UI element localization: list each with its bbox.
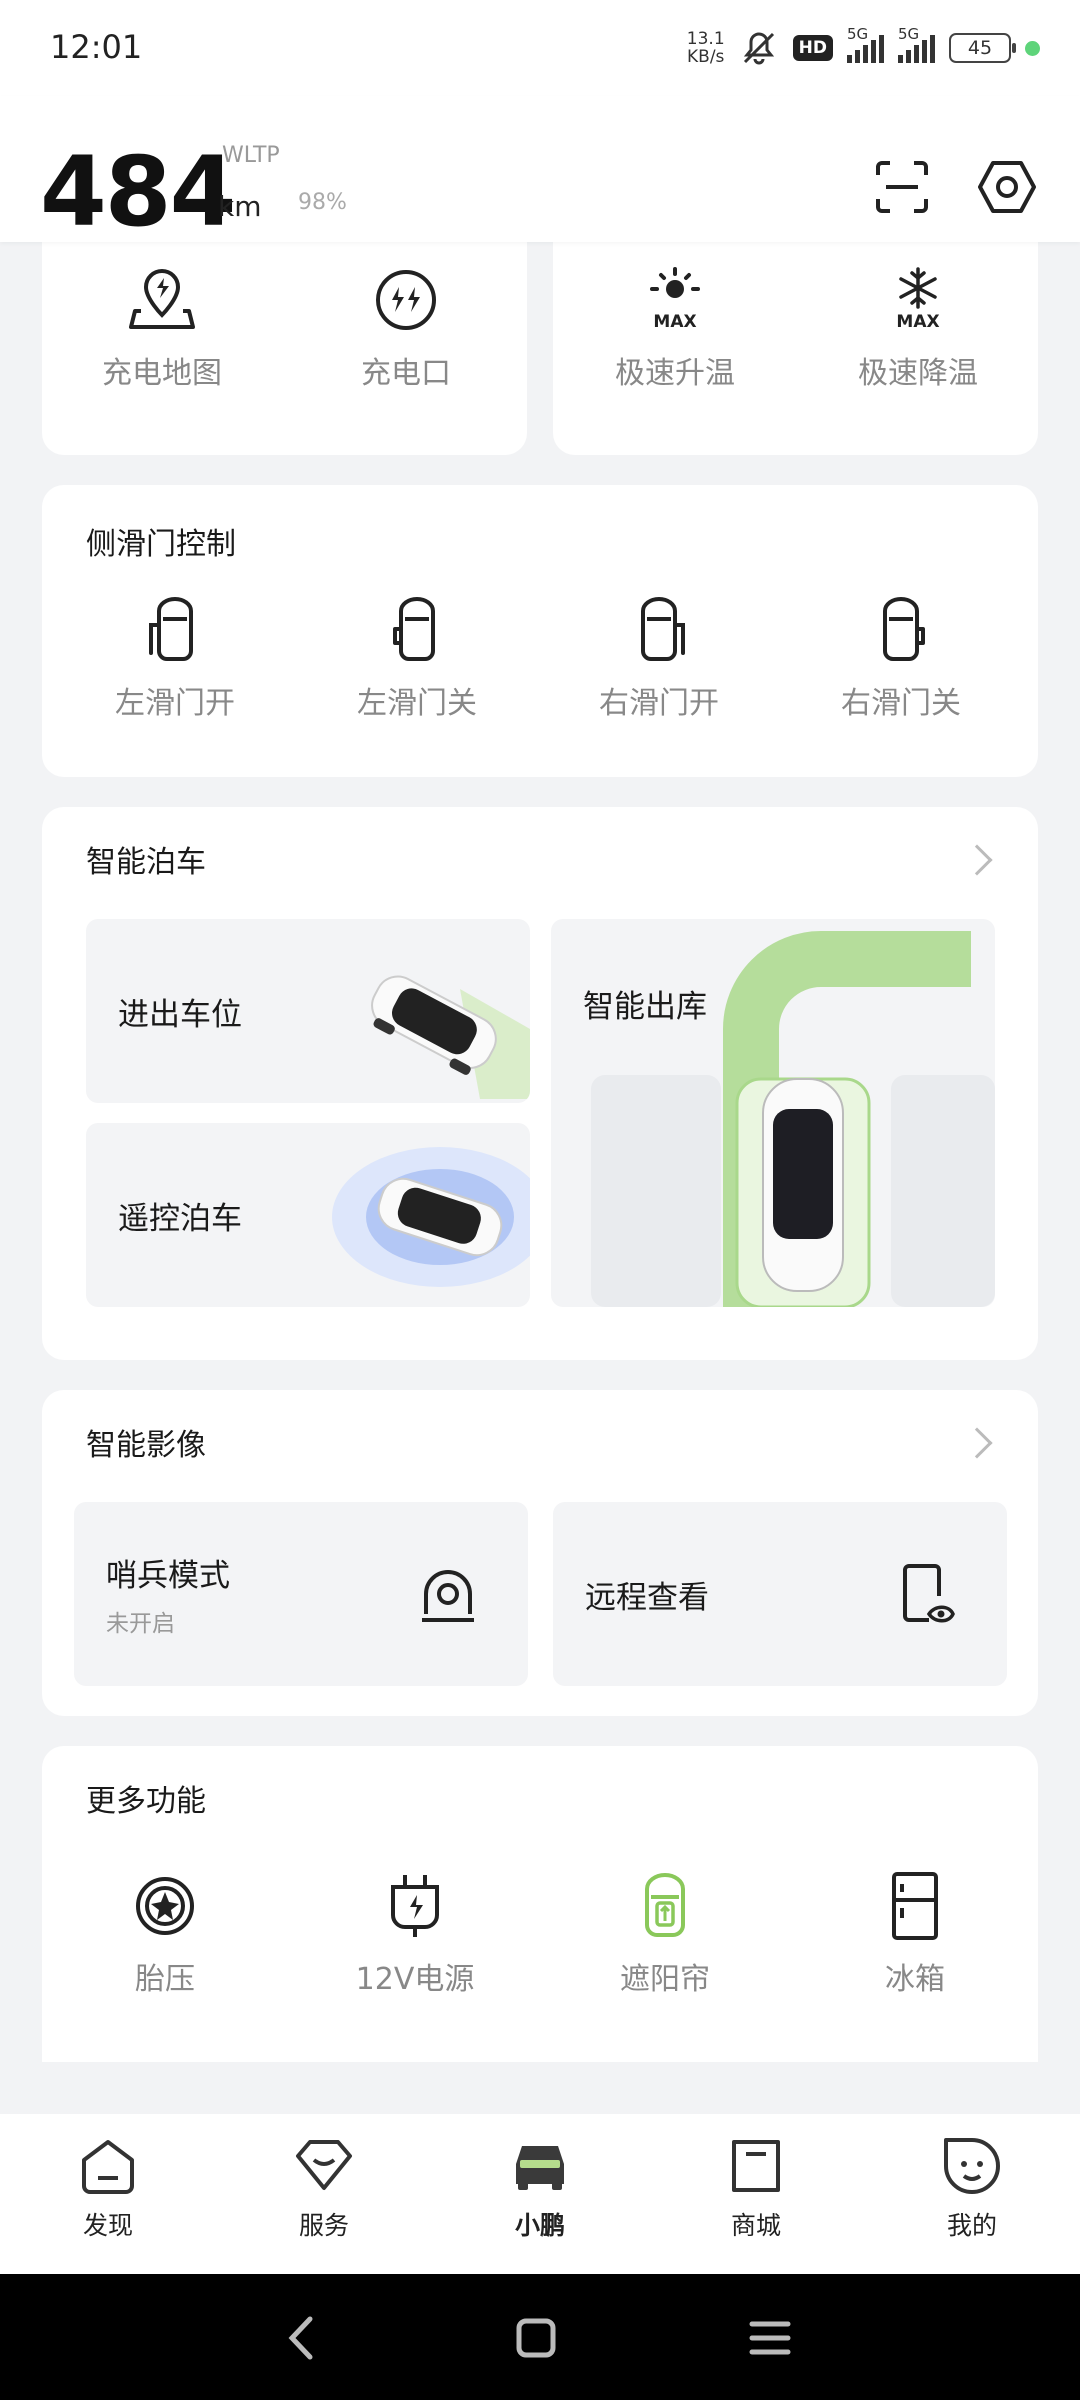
tire-pressure-icon: [136, 1877, 194, 1935]
door-right-close[interactable]: 右滑门关: [791, 590, 1011, 722]
system-navigation-bar: [0, 2274, 1080, 2400]
tab-store[interactable]: 商城: [686, 2134, 826, 2242]
car-parking-illustration: [371, 975, 530, 1099]
right-door-open-icon: [641, 597, 685, 661]
sliding-door-title: 侧滑门控制: [86, 527, 236, 562]
network-speed: 13.1 KB/s: [686, 29, 725, 67]
privacy-indicator: [1025, 40, 1040, 56]
quick-item-charging-port[interactable]: 充电口: [296, 260, 516, 392]
status-bar: 12:01 13.1 KB/s HD 5G 5G 45: [0, 0, 1080, 96]
remote-parking-illustration: [332, 1147, 530, 1287]
remote-view-icon: [903, 1564, 955, 1623]
range-value: 484: [40, 136, 236, 248]
tile-sentry-mode[interactable]: 哨兵模式 未开启: [74, 1502, 528, 1686]
quick-item-charging-map[interactable]: 充电地图: [52, 260, 272, 392]
tab-profile[interactable]: 我的: [902, 2134, 1042, 2242]
feature-12v-power[interactable]: 12V电源: [305, 1866, 525, 1998]
signal-sim2-icon: 5G: [898, 25, 935, 63]
door-left-close[interactable]: 左滑门关: [307, 590, 527, 722]
bottom-tab-bar: 发现 服务 小鹏 商城 我的: [0, 2114, 1080, 2274]
smart-imaging-card: 智能影像 哨兵模式 未开启 远程查看: [42, 1390, 1038, 1716]
tab-service[interactable]: 服务: [254, 2134, 394, 2242]
tab-xpeng[interactable]: 小鹏: [470, 2134, 610, 2242]
hd-voice-badge: HD: [792, 35, 833, 61]
home-icon[interactable]: [506, 2308, 566, 2368]
signal-sim1-icon: 5G: [847, 25, 884, 63]
svg-text:MAX: MAX: [653, 312, 696, 332]
sunshade-icon: [645, 1873, 685, 1937]
more-features-card: 更多功能 胎压 12V电源 遮阳帘 冰箱: [42, 1746, 1038, 2062]
power-plug-icon: [391, 1875, 439, 1937]
range-header: 484 WLTP km 98%: [0, 96, 1080, 248]
status-time: 12:01: [50, 28, 143, 66]
battery-percent: 98%: [298, 190, 347, 215]
svg-text:MAX: MAX: [896, 312, 939, 332]
feature-sunshade[interactable]: 遮阳帘: [555, 1866, 775, 1998]
tile-remote-view[interactable]: 远程查看: [553, 1502, 1007, 1686]
smart-parking-title: 智能泊车: [86, 845, 206, 880]
more-features-title: 更多功能: [86, 1784, 206, 1819]
charging-map-icon: [129, 268, 195, 329]
settings-icon[interactable]: [972, 152, 1042, 222]
smart-parking-card: 智能泊车 进出车位 遥控泊车 智能出库: [42, 807, 1038, 1360]
right-door-close-icon: [883, 597, 925, 661]
max-heat-icon: MAX: [650, 267, 700, 332]
smart-imaging-title: 智能影像: [86, 1428, 206, 1463]
feature-fridge[interactable]: 冰箱: [805, 1866, 1025, 1998]
left-door-close-icon: [393, 597, 435, 661]
menu-icon[interactable]: [740, 2308, 800, 2368]
quick-item-max-heat[interactable]: MAX 极速升温: [565, 260, 785, 392]
smart-imaging-chevron-icon[interactable]: [961, 1427, 993, 1459]
door-right-open[interactable]: 右滑门开: [549, 590, 769, 722]
back-icon[interactable]: [272, 2308, 332, 2368]
tile-remote-parking[interactable]: 遥控泊车: [86, 1123, 530, 1307]
range-standard: WLTP: [222, 143, 280, 168]
tile-smart-exit[interactable]: 智能出库: [551, 919, 995, 1307]
sentry-status: 未开启: [106, 1611, 175, 1637]
fridge-icon: [892, 1872, 938, 1940]
left-door-open-icon: [149, 597, 193, 661]
scan-icon[interactable]: [867, 152, 937, 222]
tile-park-in-out[interactable]: 进出车位: [86, 919, 530, 1103]
battery-icon: 45: [949, 33, 1016, 63]
mute-icon: [743, 32, 774, 65]
door-left-open[interactable]: 左滑门开: [65, 590, 285, 722]
tab-discover[interactable]: 发现: [38, 2134, 178, 2242]
sentry-camera-icon: [422, 1570, 474, 1622]
status-icons: 13.1 KB/s HD 5G 5G 45: [687, 22, 1040, 74]
sliding-door-card: 侧滑门控制 左滑门开 左滑门关 右滑门开 右滑门关: [42, 485, 1038, 777]
smart-parking-chevron-icon[interactable]: [961, 844, 993, 876]
range-unit: km: [218, 190, 262, 223]
profile-icon: [944, 2138, 1000, 2194]
quick-item-max-cool[interactable]: MAX 极速降温: [808, 260, 1028, 392]
service-icon: [296, 2140, 352, 2190]
store-icon: [732, 2140, 780, 2192]
max-cool-icon: MAX: [896, 267, 940, 332]
discover-icon: [82, 2140, 134, 2194]
feature-tire-pressure[interactable]: 胎压: [55, 1866, 275, 1998]
charging-port-icon: [376, 270, 436, 330]
smart-exit-illustration: [591, 931, 995, 1307]
car-icon: [516, 2146, 564, 2190]
